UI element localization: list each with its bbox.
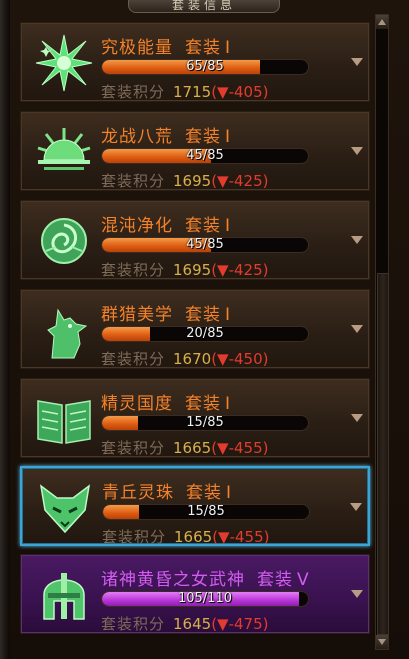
set-card[interactable]: 究极能量 套装 I 65/85 套装积分 1715(▼-405) xyxy=(20,22,370,102)
set-card[interactable]: 诸神黄昏之女武神 套装 V 105/110 套装积分 1645(▼-475) xyxy=(20,554,370,634)
progress-text: 20/85 xyxy=(186,326,224,341)
scrollbar-thumb[interactable] xyxy=(377,273,389,635)
progress-bar: 45/85 xyxy=(101,237,309,253)
set-name: 精灵国度 套装 I xyxy=(101,394,232,414)
progress-bar: 15/85 xyxy=(102,504,310,520)
progress-bar: 45/85 xyxy=(101,148,309,164)
set-card[interactable]: 群猎美学 套装 I 20/85 套装积分 1670(▼-450) xyxy=(20,289,370,369)
expand-arrow-icon[interactable] xyxy=(351,58,363,66)
progress-bar: 65/85 xyxy=(101,59,309,75)
scrollbar[interactable] xyxy=(375,14,389,650)
progress-bar: 20/85 xyxy=(101,326,309,342)
scroll-up-icon[interactable] xyxy=(376,15,388,29)
set-score: 套装积分 1695(▼-425) xyxy=(101,261,269,279)
expand-arrow-icon[interactable] xyxy=(351,325,363,333)
set-name: 龙战八荒 套装 I xyxy=(101,127,232,147)
progress-text: 45/85 xyxy=(186,148,224,163)
set-name: 混沌净化 套装 I xyxy=(101,216,232,236)
set-score: 套装积分 1665(▼-455) xyxy=(101,439,269,457)
wolf-icon xyxy=(31,298,97,362)
rose-icon xyxy=(31,209,97,273)
set-card-selected[interactable]: 青丘灵珠 套装 I 15/85 套装积分 1665(▼-455) xyxy=(20,466,370,546)
progress-text: 15/85 xyxy=(187,504,225,519)
expand-arrow-icon[interactable] xyxy=(351,236,363,244)
set-score: 套装积分 1715(▼-405) xyxy=(101,83,269,101)
book-icon xyxy=(31,387,97,451)
expand-arrow-icon[interactable] xyxy=(351,414,363,422)
expand-arrow-icon[interactable] xyxy=(350,503,362,511)
progress-text: 65/85 xyxy=(186,59,224,74)
set-score: 套装积分 1670(▼-450) xyxy=(101,350,269,368)
set-name: 诸神黄昏之女武神 套装 V xyxy=(101,570,310,590)
set-card[interactable]: 精灵国度 套装 I 15/85 套装积分 1665(▼-455) xyxy=(20,378,370,458)
panel-left-border xyxy=(0,0,10,659)
set-score: 套装积分 1695(▼-425) xyxy=(101,172,269,190)
progress-text: 15/85 xyxy=(186,415,224,430)
progress-text: 45/85 xyxy=(186,237,224,252)
fox-icon xyxy=(32,476,98,540)
rising-sun-icon xyxy=(31,120,97,184)
set-score: 套装积分 1665(▼-455) xyxy=(102,528,270,546)
set-name: 究极能量 套装 I xyxy=(101,38,232,58)
set-name: 青丘灵珠 套装 I xyxy=(102,483,233,503)
set-score: 套装积分 1645(▼-475) xyxy=(101,615,269,633)
expand-arrow-icon[interactable] xyxy=(351,147,363,155)
set-list: 究极能量 套装 I 65/85 套装积分 1715(▼-405) 龙战八荒 套装… xyxy=(20,22,372,644)
set-name: 群猎美学 套装 I xyxy=(101,305,232,325)
panel-title: 套装信息 xyxy=(128,0,280,13)
expand-arrow-icon[interactable] xyxy=(351,590,363,598)
progress-text: 105/110 xyxy=(177,591,232,606)
starburst-icon xyxy=(31,31,97,95)
progress-bar: 105/110 xyxy=(101,591,309,607)
progress-bar: 15/85 xyxy=(101,415,309,431)
scroll-down-icon[interactable] xyxy=(376,635,388,649)
set-card[interactable]: 混沌净化 套装 I 45/85 套装积分 1695(▼-425) xyxy=(20,200,370,280)
valkyrie-helmet-icon xyxy=(31,563,97,627)
set-card[interactable]: 龙战八荒 套装 I 45/85 套装积分 1695(▼-425) xyxy=(20,111,370,191)
